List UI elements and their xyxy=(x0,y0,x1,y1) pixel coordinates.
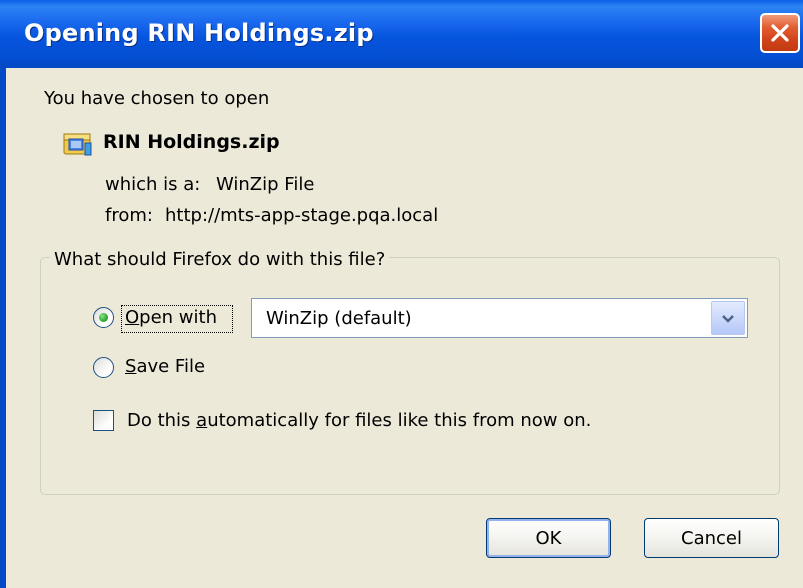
auto-checkbox[interactable] xyxy=(93,410,114,431)
radio-selected-dot xyxy=(99,313,108,322)
file-name: RIN Holdings.zip xyxy=(103,131,280,153)
title-bar[interactable]: Opening RIN Holdings.zip xyxy=(0,0,803,68)
file-type-label: which is a: xyxy=(105,174,201,195)
dropdown-button[interactable] xyxy=(711,301,745,335)
intro-text: You have chosen to open xyxy=(44,88,270,109)
application-select-value: WinZip (default) xyxy=(266,308,412,329)
auto-checkbox-label[interactable]: Do this automatically for files like thi… xyxy=(127,410,591,431)
window-border xyxy=(0,68,6,588)
chevron-down-icon xyxy=(721,309,735,328)
close-button[interactable] xyxy=(760,13,800,53)
zip-file-icon xyxy=(63,131,93,157)
file-source-value: http://mts-app-stage.pqa.local xyxy=(165,205,439,226)
file-type-value: WinZip File xyxy=(216,174,315,195)
ok-button[interactable]: OK xyxy=(486,518,611,558)
close-icon xyxy=(769,22,791,44)
save-file-radio[interactable] xyxy=(93,357,114,378)
open-with-radio[interactable] xyxy=(93,307,114,328)
save-file-label[interactable]: Save File xyxy=(125,356,205,377)
file-source-label: from: xyxy=(105,205,153,226)
open-with-label[interactable]: Open with xyxy=(125,307,217,328)
window-title: Opening RIN Holdings.zip xyxy=(24,19,374,47)
application-select[interactable]: WinZip (default) xyxy=(251,298,748,338)
action-group-legend: What should Firefox do with this file? xyxy=(50,249,390,270)
cancel-button[interactable]: Cancel xyxy=(644,518,779,558)
